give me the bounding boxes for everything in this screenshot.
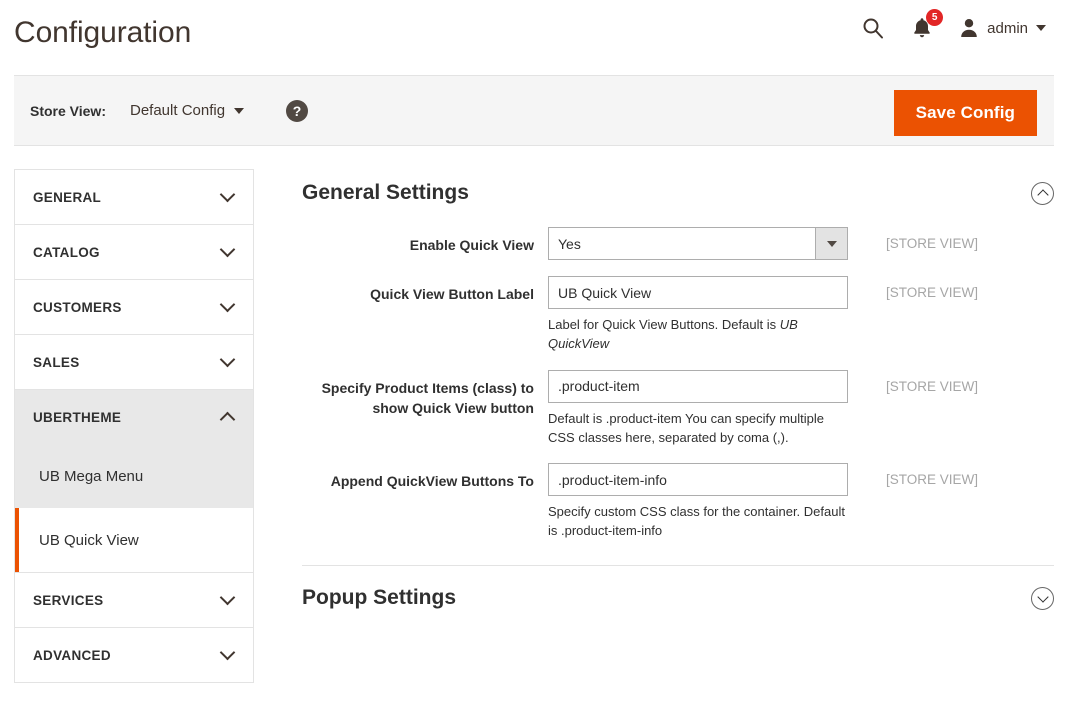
field-control: Label for Quick View Buttons. Default is…	[548, 276, 848, 354]
user-name: admin	[987, 19, 1028, 37]
notifications-button[interactable]: 5	[911, 9, 944, 40]
field-scope: [STORE VIEW]	[886, 472, 979, 488]
field-label: Quick View Button Label	[370, 286, 534, 302]
sidebar-subitem-label: UB Quick View	[39, 531, 139, 549]
field-note: Label for Quick View Buttons. Default is…	[548, 316, 848, 354]
sidebar-section-services: SERVICES	[15, 573, 253, 628]
field-label: Enable Quick View	[409, 237, 534, 253]
save-config-button[interactable]: Save Config	[893, 90, 1037, 136]
store-view-switcher[interactable]: Default Config	[130, 102, 245, 119]
field-label: Specify Product Items (class) to show Qu…	[321, 379, 534, 416]
sidebar-item-label: GENERAL	[33, 189, 102, 205]
chevron-down-icon	[219, 186, 236, 203]
field-row: Specify Product Items (class) to show Qu…	[294, 369, 1054, 448]
store-view-bar: Store View: Default Config ? Save Config	[14, 75, 1054, 146]
page-body: GENERAL CATALOG CUSTOMERS SALES UBERTHEM…	[0, 146, 1068, 683]
field-control: Default is .product-item You can specify…	[548, 369, 848, 448]
select-value: Yes	[548, 227, 815, 260]
field-note: Specify custom CSS class for the contain…	[548, 504, 845, 539]
sidebar-item-sales[interactable]: SALES	[15, 335, 253, 389]
config-main: General Settings Enable Quick View Yes […	[254, 169, 1054, 628]
sidebar-section-customers: CUSTOMERS	[15, 280, 253, 335]
help-icon[interactable]: ?	[286, 99, 309, 122]
chevron-down-icon	[234, 107, 245, 114]
chevron-down-circle-icon[interactable]	[1031, 586, 1054, 610]
chevron-down-icon	[219, 241, 236, 258]
product-items-class-input[interactable]	[548, 369, 848, 403]
sidebar-item-label: ADVANCED	[33, 647, 111, 663]
enable-quick-view-select[interactable]: Yes	[548, 227, 848, 260]
page-title: Configuration	[14, 16, 192, 49]
popup-settings-fieldset: Popup Settings	[294, 566, 1054, 628]
field-scope: [STORE VIEW]	[886, 378, 979, 394]
chevron-up-icon	[219, 411, 236, 427]
sidebar-item-ub-quick-view[interactable]: UB Quick View	[15, 508, 253, 572]
popup-settings-header[interactable]: Popup Settings	[294, 566, 1054, 628]
chevron-down-icon	[219, 351, 236, 368]
general-settings-fieldset: General Settings Enable Quick View Yes […	[294, 169, 1054, 541]
chevron-up-circle-icon[interactable]	[1031, 181, 1054, 205]
user-menu[interactable]: admin	[959, 17, 1046, 39]
store-view-value: Default Config	[130, 102, 226, 119]
sidebar-item-ub-mega-menu[interactable]: UB Mega Menu	[15, 444, 253, 508]
field-row: Enable Quick View Yes [STORE VIEW]	[294, 227, 1054, 260]
section-title: General Settings	[302, 181, 469, 204]
append-quickview-buttons-input[interactable]	[548, 463, 848, 497]
sidebar-subitem-label: UB Mega Menu	[39, 467, 144, 485]
sidebar-item-advanced[interactable]: ADVANCED	[15, 628, 253, 682]
field-label: Append QuickView Buttons To	[330, 473, 534, 490]
field-note: Default is .product-item You can specify…	[548, 410, 825, 445]
section-title: Popup Settings	[302, 586, 456, 610]
sidebar-section-advanced: ADVANCED	[15, 628, 253, 682]
sidebar-item-label: SALES	[33, 354, 80, 370]
notifications-badge: 5	[926, 9, 944, 26]
chevron-down-icon	[219, 589, 236, 606]
sidebar-item-label: CATALOG	[33, 244, 100, 260]
store-view-label: Store View:	[30, 102, 106, 119]
sidebar-item-general[interactable]: GENERAL	[15, 170, 253, 224]
sidebar-section-ubertheme: UBERTHEME UB Mega Menu UB Quick View	[15, 390, 253, 573]
sidebar-item-label: UBERTHEME	[33, 409, 122, 425]
sidebar-section-catalog: CATALOG	[15, 225, 253, 280]
sidebar-item-services[interactable]: SERVICES	[15, 573, 253, 627]
chevron-down-icon	[219, 296, 236, 313]
field-control: Specify custom CSS class for the contain…	[548, 463, 848, 541]
general-settings-header[interactable]: General Settings	[294, 169, 1054, 227]
page-header: Configuration 5 admin	[0, 0, 1068, 75]
sidebar-item-label: SERVICES	[33, 592, 104, 608]
chevron-down-icon	[219, 644, 236, 661]
field-scope: [STORE VIEW]	[886, 285, 979, 300]
sidebar-item-catalog[interactable]: CATALOG	[15, 225, 253, 279]
field-row: Append QuickView Buttons To Specify cust…	[294, 463, 1054, 541]
quick-view-button-label-input[interactable]	[548, 276, 848, 309]
field-scope: [STORE VIEW]	[886, 236, 979, 251]
sidebar-section-general: GENERAL	[15, 170, 253, 225]
sidebar-item-label: CUSTOMERS	[33, 299, 122, 315]
config-nav: GENERAL CATALOG CUSTOMERS SALES UBERTHEM…	[14, 169, 254, 683]
field-row: Quick View Button Label Label for Quick …	[294, 276, 1054, 354]
sidebar-section-sales: SALES	[15, 335, 253, 390]
chevron-down-icon	[1036, 25, 1046, 31]
field-note-text: Label for Quick View Buttons. Default is	[548, 317, 780, 332]
header-actions: 5 admin	[861, 9, 1046, 40]
user-icon	[961, 19, 977, 37]
sidebar-item-customers[interactable]: CUSTOMERS	[15, 280, 253, 334]
chevron-down-icon[interactable]	[815, 227, 848, 260]
sidebar-subnav-ubertheme: UB Mega Menu UB Quick View	[15, 444, 253, 572]
search-icon[interactable]	[861, 16, 885, 40]
field-control: Yes	[548, 227, 848, 260]
sidebar-item-ubertheme[interactable]: UBERTHEME	[15, 390, 253, 444]
